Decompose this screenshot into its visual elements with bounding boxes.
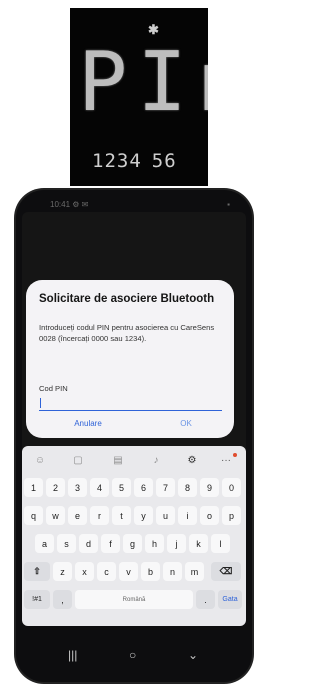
pin-input[interactable] [39, 396, 222, 411]
key-w[interactable]: w [46, 506, 65, 525]
key-0[interactable]: 0 [222, 478, 241, 497]
key-8[interactable]: 8 [178, 478, 197, 497]
comma-key[interactable]: , [53, 590, 72, 609]
sticker-icon[interactable]: ▢ [70, 452, 86, 468]
key-f[interactable]: f [101, 534, 120, 553]
key-g[interactable]: g [123, 534, 142, 553]
pin-digits-part-1: 1234 [92, 150, 142, 172]
number-row: 1 2 3 4 5 6 7 8 9 0 [22, 478, 246, 500]
key-t[interactable]: t [112, 506, 131, 525]
symbols-key[interactable]: !#1 [24, 590, 50, 609]
key-o[interactable]: o [200, 506, 219, 525]
microphone-icon[interactable]: ♪ [148, 452, 164, 468]
keyboard: ☺ ▢ ▤ ♪ ⚙ ··· 1 2 3 4 5 6 7 8 9 0 q w e … [22, 446, 246, 626]
meter-pin-text: PIn [78, 35, 208, 130]
recents-nav-icon[interactable]: ||| [68, 648, 77, 662]
key-5[interactable]: 5 [112, 478, 131, 497]
key-y[interactable]: y [134, 506, 153, 525]
key-2[interactable]: 2 [46, 478, 65, 497]
text-cursor [40, 398, 41, 408]
key-e[interactable]: e [68, 506, 87, 525]
key-1[interactable]: 1 [24, 478, 43, 497]
key-q[interactable]: q [24, 506, 43, 525]
key-d[interactable]: d [79, 534, 98, 553]
dialog-title: Solicitare de asociere Bluetooth [39, 293, 215, 305]
key-l[interactable]: l [211, 534, 230, 553]
cancel-button[interactable]: Anulare [48, 416, 128, 430]
key-4[interactable]: 4 [90, 478, 109, 497]
key-b[interactable]: b [141, 562, 160, 581]
emoji-icon[interactable]: ☺ [32, 452, 48, 468]
space-key[interactable]: Română [75, 590, 193, 609]
meter-display: ✱ PIn 123456 [70, 8, 208, 186]
zxcv-row: ⇧ z x c v b n m ⌫ [22, 562, 246, 584]
more-options-icon[interactable]: ··· [218, 452, 237, 468]
qwerty-row: q w e r t y u i o p [22, 506, 246, 528]
key-9[interactable]: 9 [200, 478, 219, 497]
key-p[interactable]: p [222, 506, 241, 525]
status-bar: 10:41 ⚙ ✉ ▪ [38, 200, 234, 210]
key-s[interactable]: s [57, 534, 76, 553]
backspace-key-icon[interactable]: ⌫ [211, 562, 241, 581]
status-left: 10:41 ⚙ ✉ [50, 200, 89, 209]
key-h[interactable]: h [145, 534, 164, 553]
keyboard-toolbar: ☺ ▢ ▤ ♪ ⚙ ··· [22, 452, 246, 470]
ok-button[interactable]: OK [146, 416, 226, 430]
key-m[interactable]: m [185, 562, 204, 581]
dialog-message: Introduceți codul PIN pentru asocierea c… [39, 323, 215, 343]
bottom-key-row: !#1 , Română . Gata [22, 590, 246, 612]
pin-digits-part-2: 56 [151, 150, 177, 172]
key-3[interactable]: 3 [68, 478, 87, 497]
pin-field-label: Cod PIN [39, 384, 68, 393]
status-right: ▪ [227, 200, 230, 209]
period-key[interactable]: . [196, 590, 215, 609]
phone: 10:41 ⚙ ✉ ▪ Solicitare de asociere Bluet… [16, 190, 252, 682]
clipboard-icon[interactable]: ▤ [110, 452, 126, 468]
key-j[interactable]: j [167, 534, 186, 553]
key-i[interactable]: i [178, 506, 197, 525]
settings-gear-icon[interactable]: ⚙ [184, 452, 200, 468]
shift-key-icon[interactable]: ⇧ [24, 562, 50, 581]
asdf-row: a s d f g h j k l [22, 534, 246, 556]
done-key[interactable]: Gata [218, 590, 242, 609]
key-7[interactable]: 7 [156, 478, 175, 497]
notification-dot [233, 453, 237, 457]
more-label: ··· [221, 454, 231, 466]
key-v[interactable]: v [119, 562, 138, 581]
key-z[interactable]: z [53, 562, 72, 581]
key-c[interactable]: c [97, 562, 116, 581]
key-r[interactable]: r [90, 506, 109, 525]
meter-pin-code: 1234 56 [92, 150, 202, 172]
back-nav-icon[interactable]: ⌄ [188, 648, 198, 662]
key-n[interactable]: n [163, 562, 182, 581]
key-a[interactable]: a [35, 534, 54, 553]
key-x[interactable]: x [75, 562, 94, 581]
key-6[interactable]: 6 [134, 478, 153, 497]
home-nav-icon[interactable]: ○ [129, 648, 136, 662]
key-u[interactable]: u [156, 506, 175, 525]
key-k[interactable]: k [189, 534, 208, 553]
bluetooth-pairing-dialog: Solicitare de asociere Bluetooth Introdu… [26, 280, 234, 438]
navigation-bar: ||| ○ ⌄ [16, 638, 252, 678]
